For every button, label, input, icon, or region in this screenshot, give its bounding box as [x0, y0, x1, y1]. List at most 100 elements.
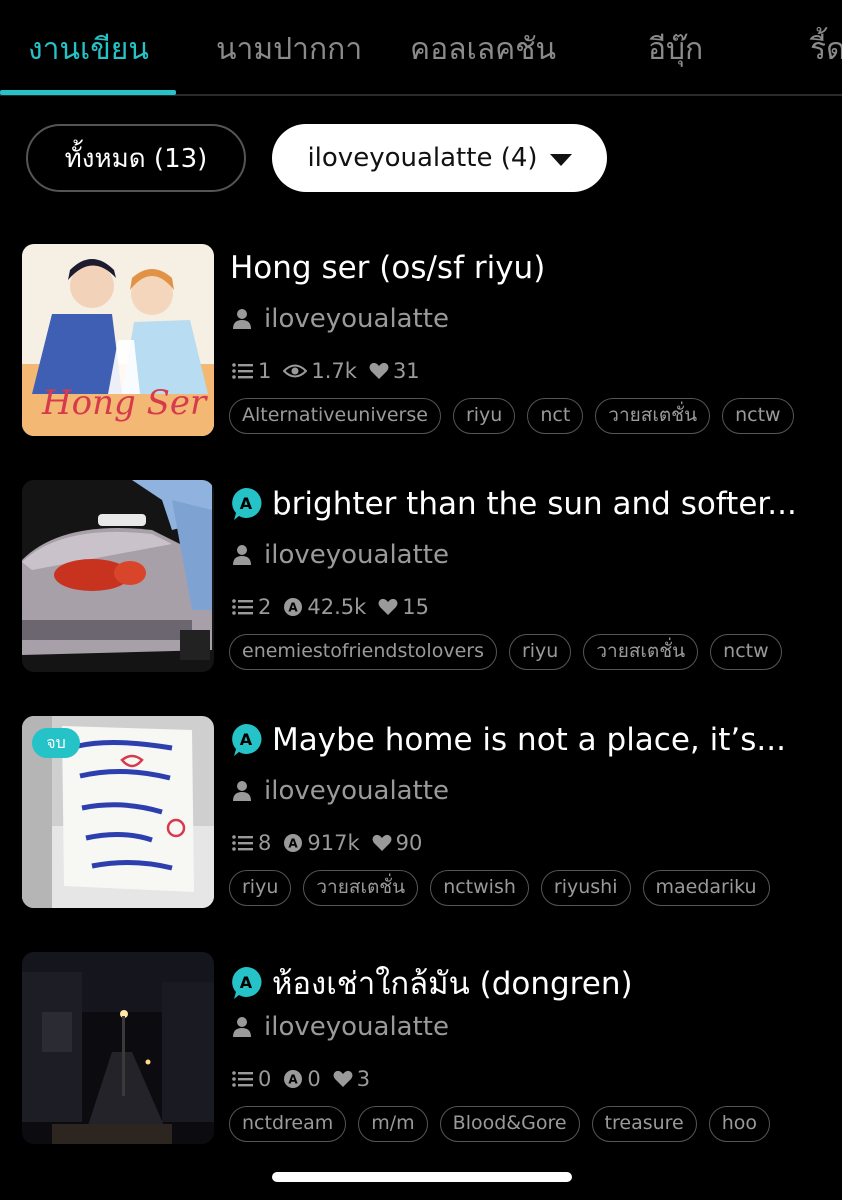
tag[interactable]: treasure — [591, 1106, 697, 1142]
story-title[interactable]: ห้องเช่าใกล้มัน (dongren) — [272, 958, 633, 1008]
svg-text:A: A — [240, 973, 253, 992]
a-coin-icon: A — [284, 1070, 303, 1088]
view-count-value: 917k — [307, 831, 360, 855]
chapter-count-value: 2 — [258, 595, 272, 619]
story-title[interactable]: Hong ser (os/sf riyu) — [230, 250, 545, 286]
tag[interactable]: hoo — [708, 1106, 771, 1142]
like-count: 3 — [333, 1067, 370, 1091]
svg-text:A: A — [289, 601, 299, 615]
story-stats: 0 A 0 3 — [232, 1067, 382, 1091]
chevron-down-icon — [549, 154, 572, 166]
svg-text:Hong Ser: Hong Ser — [41, 383, 208, 423]
user-icon — [233, 1017, 251, 1037]
tag[interactable]: nctw — [710, 634, 782, 670]
filter-author-label: iloveyoualatte (4) — [307, 143, 538, 173]
story-title[interactable]: Maybe home is not a place, it’s... — [272, 722, 786, 758]
a-badge-icon: A — [232, 966, 262, 999]
filter-author-dropdown[interactable]: iloveyoualatte (4) — [272, 124, 607, 192]
tag[interactable]: maedariku — [642, 870, 770, 906]
view-count: A 0 — [283, 1067, 321, 1091]
story-title-row: A Maybe home is not a place, it’s... — [230, 722, 820, 758]
chapter-count-value: 1 — [258, 359, 272, 383]
svg-text:A: A — [289, 1073, 299, 1087]
story-author: iloveyoualatte — [264, 540, 449, 570]
filter-all-button[interactable]: ทั้งหมด (13) — [26, 124, 246, 192]
story-title-row: Hong ser (os/sf riyu) — [230, 250, 820, 286]
tag[interactable]: riyu — [508, 634, 572, 670]
tag[interactable]: nctdream — [229, 1106, 347, 1142]
story-cover-image[interactable] — [22, 952, 214, 1144]
story-title-row: A ห้องเช่าใกล้มัน (dongren) — [230, 958, 820, 1008]
tag[interactable]: enemiestofriendstolovers — [229, 634, 497, 670]
story-cover-image[interactable]: Hong Ser — [22, 244, 214, 436]
heart-icon — [378, 598, 398, 615]
view-count-value: 0 — [307, 1067, 321, 1091]
story-stats: 1 1.7k 31 — [232, 359, 432, 383]
list-icon — [232, 363, 253, 379]
like-count: 31 — [369, 359, 420, 383]
story-item[interactable]: A ห้องเช่าใกล้มัน (dongren) iloveyoualat… — [0, 952, 842, 1146]
svg-text:A: A — [240, 730, 253, 749]
active-tab-indicator — [0, 90, 176, 95]
tab-ebooks[interactable]: อีบุ๊ก — [648, 26, 703, 73]
story-author-row[interactable]: iloveyoualatte — [232, 1012, 449, 1042]
list-icon — [232, 1071, 253, 1087]
chapter-count: 1 — [232, 359, 271, 383]
tag[interactable]: riyushi — [540, 870, 631, 906]
tag[interactable]: วายสเตชั่น — [303, 870, 419, 906]
story-tags: nctdream m/m Blood&Gore treasure hoo — [229, 1106, 800, 1146]
chapter-count: 8 — [232, 831, 271, 855]
tag[interactable]: nctw — [722, 398, 794, 434]
story-item[interactable]: จบ A Maybe home is not a place, it’s... … — [0, 716, 842, 910]
user-icon — [233, 781, 251, 801]
like-count: 15 — [378, 595, 429, 619]
story-author-row[interactable]: iloveyoualatte — [232, 776, 449, 806]
chapter-count: 2 — [232, 595, 271, 619]
like-count-value: 3 — [356, 1067, 371, 1091]
home-indicator[interactable] — [272, 1172, 572, 1182]
tag[interactable]: Blood&Gore — [439, 1106, 580, 1142]
tag[interactable]: วายสเตชั่น — [583, 634, 699, 670]
svg-text:A: A — [289, 837, 299, 851]
story-item[interactable]: Hong Ser Hong ser (os/sf riyu) iloveyoua… — [0, 244, 842, 438]
tag[interactable]: Alternativeuniverse — [229, 398, 441, 434]
list-icon — [232, 599, 253, 615]
tab-pen-names[interactable]: นามปากกา — [216, 26, 362, 73]
heart-icon — [372, 834, 392, 851]
story-item[interactable]: A brighter than the sun and softer... il… — [0, 480, 842, 674]
story-cover-image[interactable] — [22, 480, 214, 672]
story-author-row[interactable]: iloveyoualatte — [232, 304, 449, 334]
tab-collections[interactable]: คอลเลคชัน — [410, 26, 556, 73]
list-icon — [232, 835, 253, 851]
tab-writings[interactable]: งานเขียน — [28, 26, 149, 73]
user-icon — [233, 309, 251, 329]
completed-badge: จบ — [32, 728, 80, 758]
tag[interactable]: nct — [527, 398, 584, 434]
like-count-value: 15 — [402, 595, 430, 619]
story-author: iloveyoualatte — [264, 776, 449, 806]
view-count-value: 42.5k — [307, 595, 367, 619]
story-author-row[interactable]: iloveyoualatte — [232, 540, 449, 570]
tag[interactable]: riyu — [229, 870, 292, 906]
a-badge-icon: A — [232, 487, 262, 520]
story-stats: 8 A 917k 90 — [232, 831, 434, 855]
a-coin-icon: A — [284, 834, 303, 852]
like-count-value: 90 — [395, 831, 423, 855]
tag[interactable]: วายสเตชั่น — [595, 398, 711, 434]
tag[interactable]: riyu — [452, 398, 516, 434]
story-title[interactable]: brighter than the sun and softer... — [272, 486, 797, 522]
like-count: 90 — [372, 831, 423, 855]
tab-reads[interactable]: รี้ด — [810, 26, 842, 73]
story-author: iloveyoualatte — [264, 304, 449, 334]
story-cover-image[interactable]: จบ — [22, 716, 214, 908]
tag[interactable]: m/m — [358, 1106, 428, 1142]
filter-all-label: ทั้งหมด (13) — [64, 143, 208, 174]
story-title-row: A brighter than the sun and softer... — [230, 486, 820, 522]
tag[interactable]: nctwish — [430, 870, 529, 906]
view-count: A 42.5k — [283, 595, 366, 619]
like-count-value: 31 — [392, 359, 420, 383]
heart-icon — [369, 362, 389, 379]
view-count: 1.7k — [283, 359, 357, 383]
chapter-count: 0 — [232, 1067, 271, 1091]
eye-icon — [283, 364, 308, 378]
